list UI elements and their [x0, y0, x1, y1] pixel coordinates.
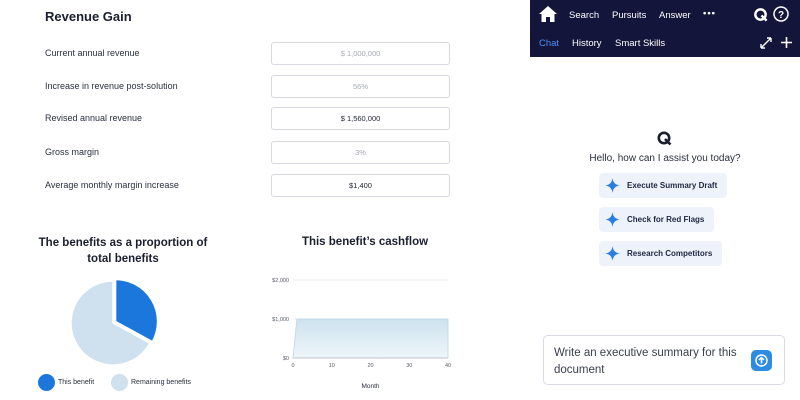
cashflow-chart: $0 $1,000 $2,000 0 10 20 30 40 Month: [272, 278, 451, 390]
home-icon[interactable]: [538, 5, 558, 23]
pie-chart: [70, 278, 158, 366]
current-revenue-field[interactable]: $ 1,000,000: [271, 42, 450, 65]
revised-revenue-field[interactable]: $ 1,560,000: [271, 107, 450, 130]
cashflow-area: [292, 318, 449, 359]
new-chat-plus-icon[interactable]: [780, 36, 793, 49]
suggestion-red-flags[interactable]: Check for Red Flags: [599, 207, 715, 232]
x-tick-label: 30: [406, 363, 412, 369]
monthly-margin-field[interactable]: $1,400: [271, 174, 450, 197]
top-nav: Search Pursuits Answer ••• ?: [530, 0, 800, 30]
y-tick-label: $1,000: [272, 317, 289, 323]
assistant-logo-icon: [657, 131, 672, 146]
field-label: Increase in revenue post-solution: [45, 81, 178, 91]
suggestion-label: Check for Red Flags: [627, 215, 705, 224]
nav-pursuits[interactable]: Pursuits: [612, 10, 646, 21]
suggestion-execute-summary[interactable]: Execute Summary Draft: [599, 173, 728, 198]
sparkle-icon: [605, 212, 620, 227]
field-label: Current annual revenue: [45, 48, 140, 58]
assistant-greeting: Hello, how can I assist you today?: [589, 153, 741, 164]
nav-answer[interactable]: Answer: [659, 10, 691, 21]
pie-title-line1: The benefits as a proportion of: [38, 237, 208, 249]
assistant-topbar: Search Pursuits Answer ••• ? Chat Histor…: [530, 0, 800, 57]
nav-search[interactable]: Search: [569, 10, 599, 21]
legend-swatch: [111, 374, 128, 391]
x-tick-label: 20: [367, 363, 373, 369]
legend-label: This benefit: [58, 379, 95, 386]
sparkle-icon: [605, 246, 620, 261]
y-tick-label: $0: [283, 356, 289, 362]
field-label: Average monthly margin increase: [45, 180, 179, 190]
send-button[interactable]: [751, 350, 772, 371]
form-row-revised-revenue: Revised annual revenue $ 1,560,000: [45, 107, 450, 131]
y-tick-label: $2,000: [272, 278, 289, 284]
suggestion-research-competitors[interactable]: Research Competitors: [599, 241, 723, 266]
x-axis-title: Month: [361, 383, 379, 390]
tab-history[interactable]: History: [572, 38, 602, 49]
x-tick-label: 0: [291, 363, 294, 369]
svg-text:?: ?: [778, 10, 784, 21]
pie-chart-title: The benefits as a proportion of total be…: [25, 235, 221, 267]
sparkle-icon: [605, 178, 620, 193]
field-label: Revised annual revenue: [45, 113, 143, 123]
gross-margin-field[interactable]: 3%: [271, 141, 450, 164]
suggestion-label: Execute Summary Draft: [627, 181, 718, 190]
form-row-gross-margin: Gross margin 3%: [45, 141, 450, 165]
page-title: Revenue Gain: [45, 9, 132, 24]
x-tick-label: 10: [329, 363, 335, 369]
form-row-revenue-increase: Increase in revenue post-solution 56%: [45, 75, 450, 99]
app-logo-icon[interactable]: [753, 7, 768, 22]
form-row-monthly-margin: Average monthly margin increase $1,400: [45, 174, 450, 198]
suggestion-label: Research Competitors: [627, 249, 713, 258]
revenue-increase-field[interactable]: 56%: [271, 75, 450, 98]
expand-icon[interactable]: [760, 37, 772, 49]
tab-smart-skills[interactable]: Smart Skills: [615, 38, 665, 49]
send-icon: [755, 354, 768, 367]
chat-input-text[interactable]: Write an executive summary for this docu…: [554, 345, 754, 379]
legend-label: Remaining benefits: [131, 379, 191, 386]
pie-title-line2: total benefits: [87, 253, 159, 265]
field-label: Gross margin: [45, 147, 100, 157]
form-row-current-revenue: Current annual revenue $ 1,000,000: [45, 42, 450, 66]
chat-input[interactable]: Write an executive summary for this docu…: [543, 335, 785, 385]
nav-more-menu[interactable]: •••: [703, 8, 716, 19]
legend-item-this-benefit: This benefit: [38, 374, 94, 391]
cashflow-chart-title: This benefit’s cashflow: [301, 236, 429, 248]
legend-item-remaining: Remaining benefits: [111, 374, 191, 391]
x-tick-label: 40: [445, 363, 451, 369]
legend-swatch: [38, 374, 55, 391]
tab-chat[interactable]: Chat: [539, 38, 559, 49]
help-icon[interactable]: ?: [773, 6, 789, 22]
